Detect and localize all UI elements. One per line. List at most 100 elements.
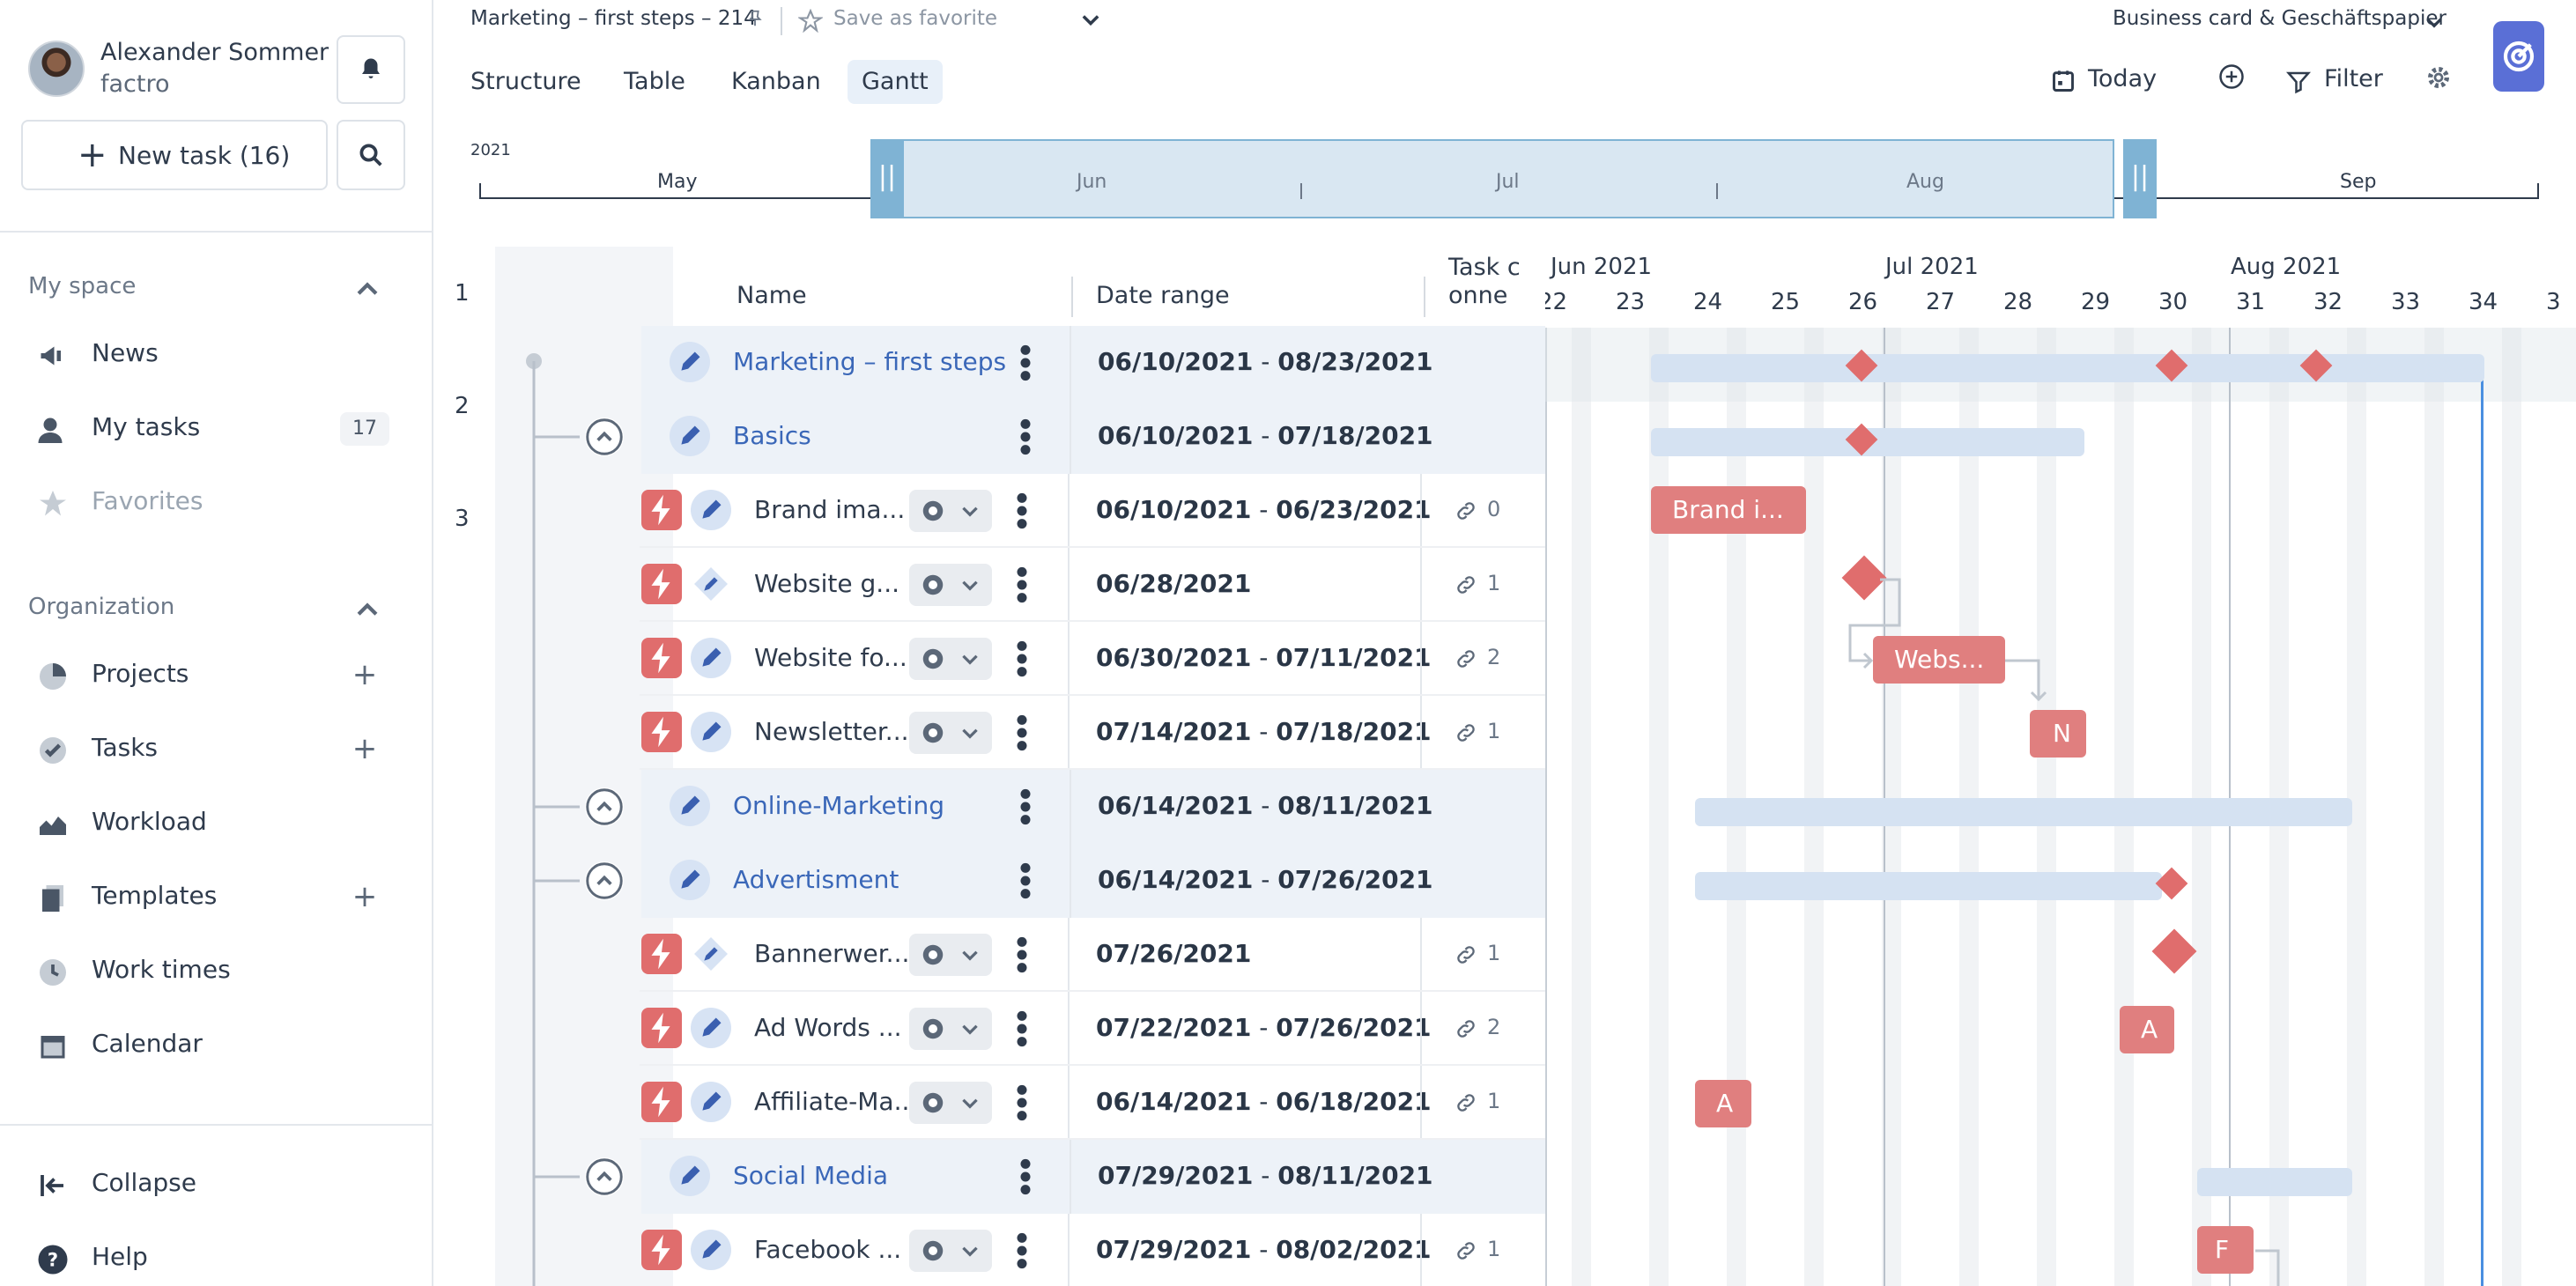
status-dropdown[interactable] bbox=[909, 934, 992, 976]
sidebar-item-tasks[interactable]: Tasks + bbox=[0, 715, 433, 784]
date-range[interactable]: 06/14/2021 - 07/26/2021 bbox=[1098, 865, 1433, 894]
group-name[interactable]: Social Media bbox=[733, 1161, 888, 1190]
more-options-icon[interactable] bbox=[1015, 1231, 1029, 1270]
task-row[interactable]: Affiliate-Ma... 06/14/2021 - 06/18/2021 1 bbox=[640, 1066, 1545, 1140]
status-dropdown[interactable] bbox=[909, 1082, 992, 1124]
search-button[interactable] bbox=[337, 120, 405, 190]
edit-icon[interactable] bbox=[670, 786, 710, 826]
collapse-toggle-icon[interactable] bbox=[585, 1157, 624, 1196]
status-dropdown[interactable] bbox=[909, 490, 992, 532]
more-options-icon[interactable] bbox=[1015, 639, 1029, 678]
collapse-toggle-icon[interactable] bbox=[585, 418, 624, 456]
tab-structure[interactable]: Structure bbox=[456, 60, 596, 104]
date-range[interactable]: 06/10/2021 - 07/18/2021 bbox=[1098, 421, 1433, 450]
sidebar-item-favorites[interactable]: Favorites bbox=[0, 469, 433, 537]
task-row[interactable]: Facebook ... 07/29/2021 - 08/02/2021 1 bbox=[640, 1214, 1545, 1286]
app-logo[interactable] bbox=[2493, 21, 2544, 92]
task-name[interactable]: Newsletter... bbox=[754, 717, 909, 746]
group-name[interactable]: Advertisment bbox=[733, 865, 899, 894]
group-row[interactable]: Online-Marketing 06/14/2021 - 08/11/2021 bbox=[585, 770, 1547, 844]
priority-bolt-icon[interactable] bbox=[641, 1230, 682, 1270]
task-row[interactable]: Ad Words ... 07/22/2021 - 07/26/2021 2 bbox=[640, 992, 1545, 1066]
milestone-edit-icon[interactable] bbox=[691, 934, 731, 974]
priority-bolt-icon[interactable] bbox=[641, 564, 682, 604]
date-range[interactable]: 07/26/2021 bbox=[1096, 939, 1251, 968]
col-header-name[interactable]: Name bbox=[737, 282, 807, 309]
add-circle-icon[interactable] bbox=[2218, 63, 2245, 90]
task-name[interactable]: Facebook ... bbox=[754, 1235, 901, 1264]
connections-cell[interactable] bbox=[1420, 474, 1545, 548]
task-row[interactable]: Website g... 06/28/2021 1 bbox=[640, 548, 1545, 622]
add-task-button[interactable]: + bbox=[349, 731, 381, 766]
group-name[interactable]: Marketing – first steps bbox=[733, 347, 1006, 376]
priority-bolt-icon[interactable] bbox=[641, 934, 682, 974]
workspace-selector[interactable]: Business card & Geschäftspapier bbox=[2113, 5, 2456, 37]
date-range[interactable]: 06/10/2021 - 06/23/2021 bbox=[1096, 495, 1432, 524]
task-name[interactable]: Brand ima... bbox=[754, 495, 905, 524]
group-row[interactable]: Social Media 07/29/2021 - 08/11/2021 bbox=[585, 1140, 1547, 1214]
more-options-icon[interactable] bbox=[1015, 491, 1029, 530]
edit-icon[interactable] bbox=[691, 712, 731, 752]
more-options-icon[interactable] bbox=[1015, 935, 1029, 974]
tab-kanban[interactable]: Kanban bbox=[717, 60, 835, 104]
connections-cell[interactable] bbox=[1420, 696, 1545, 770]
status-dropdown[interactable] bbox=[909, 1008, 992, 1050]
range-handle-left[interactable]: || bbox=[870, 139, 904, 218]
priority-bolt-icon[interactable] bbox=[641, 638, 682, 678]
sidebar-item-workload[interactable]: Workload bbox=[0, 789, 433, 858]
edit-icon[interactable] bbox=[691, 638, 731, 678]
connections-cell[interactable] bbox=[1420, 548, 1545, 622]
col-header-date[interactable]: Date range bbox=[1096, 282, 1230, 309]
priority-bolt-icon[interactable] bbox=[641, 712, 682, 752]
pin-icon[interactable] bbox=[745, 7, 765, 30]
group-row[interactable]: Basics 06/10/2021 - 07/18/2021 bbox=[585, 400, 1547, 474]
col-header-connections[interactable]: Task conne bbox=[1448, 254, 1533, 310]
tab-table[interactable]: Table bbox=[610, 60, 700, 104]
more-options-icon[interactable] bbox=[1015, 565, 1029, 604]
task-name[interactable]: Website fo... bbox=[754, 643, 907, 672]
group-name[interactable]: Online-Marketing bbox=[733, 791, 944, 820]
task-row[interactable]: Newsletter... 07/14/2021 - 07/18/2021 1 bbox=[640, 696, 1545, 770]
sidebar-item-projects[interactable]: Projects + bbox=[0, 641, 433, 710]
group-row[interactable]: Advertisment 06/14/2021 - 07/26/2021 bbox=[585, 844, 1547, 918]
task-row[interactable]: Website fo... 06/30/2021 - 07/11/2021 2 bbox=[640, 622, 1545, 696]
new-task-button[interactable]: + New task (16) bbox=[21, 120, 328, 190]
task-name[interactable]: Website g... bbox=[754, 569, 899, 598]
connections-cell[interactable] bbox=[1420, 918, 1545, 992]
more-options-icon[interactable] bbox=[1018, 1157, 1033, 1196]
sidebar-item-news[interactable]: News bbox=[0, 321, 433, 389]
sidebar-item-calendar[interactable]: Calendar bbox=[0, 1011, 433, 1080]
notifications-button[interactable] bbox=[337, 35, 405, 104]
more-options-icon[interactable] bbox=[1015, 713, 1029, 752]
more-options-icon[interactable] bbox=[1015, 1083, 1029, 1122]
date-range[interactable]: 07/22/2021 - 07/26/2021 bbox=[1096, 1013, 1432, 1042]
sidebar-item-my-tasks[interactable]: My tasks 17 bbox=[0, 395, 433, 463]
chevron-up-icon[interactable] bbox=[352, 275, 382, 305]
priority-bolt-icon[interactable] bbox=[641, 1082, 682, 1122]
edit-icon[interactable] bbox=[670, 342, 710, 382]
date-range[interactable]: 06/14/2021 - 06/18/2021 bbox=[1096, 1087, 1432, 1116]
status-dropdown[interactable] bbox=[909, 1230, 992, 1272]
sidebar-item-templates[interactable]: Templates + bbox=[0, 863, 433, 932]
status-dropdown[interactable] bbox=[909, 564, 992, 606]
date-range[interactable]: 06/28/2021 bbox=[1096, 569, 1251, 598]
connections-cell[interactable] bbox=[1420, 1214, 1545, 1286]
more-options-icon[interactable] bbox=[1018, 787, 1033, 826]
range-handle-right[interactable]: || bbox=[2123, 139, 2157, 218]
status-dropdown[interactable] bbox=[909, 712, 992, 754]
today-button[interactable]: Today bbox=[2047, 60, 2180, 104]
add-template-button[interactable]: + bbox=[349, 879, 381, 914]
task-name[interactable]: Ad Words ... bbox=[754, 1013, 902, 1042]
more-options-icon[interactable] bbox=[1018, 418, 1033, 456]
date-range[interactable]: 07/14/2021 - 07/18/2021 bbox=[1096, 717, 1432, 746]
status-dropdown[interactable] bbox=[909, 638, 992, 680]
connections-cell[interactable] bbox=[1420, 622, 1545, 696]
tab-gantt[interactable]: Gantt bbox=[848, 60, 943, 104]
chevron-down-icon[interactable] bbox=[1078, 7, 1103, 32]
gear-icon[interactable] bbox=[2424, 63, 2453, 92]
date-range[interactable]: 07/29/2021 - 08/02/2021 bbox=[1096, 1235, 1432, 1264]
chevron-up-icon[interactable] bbox=[352, 595, 382, 625]
more-options-icon[interactable] bbox=[1018, 861, 1033, 900]
collapse-toggle-icon[interactable] bbox=[585, 787, 624, 826]
date-range[interactable]: 07/29/2021 - 08/11/2021 bbox=[1098, 1161, 1433, 1190]
